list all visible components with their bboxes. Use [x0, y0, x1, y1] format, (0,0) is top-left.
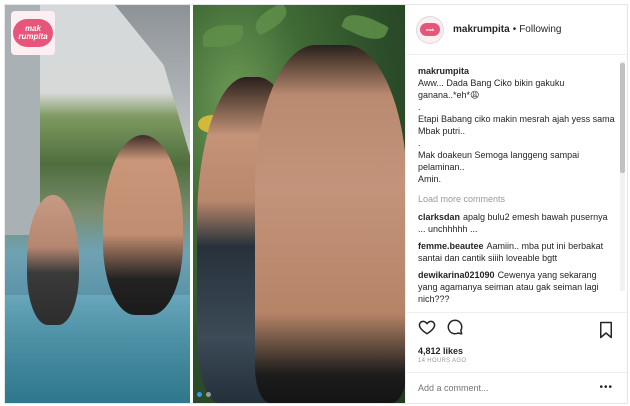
man-figure-left — [103, 135, 183, 315]
comment-item: clarksdan apalg bulu2 emesh bawah puserny… — [418, 211, 615, 235]
bookmark-icon[interactable] — [597, 321, 615, 344]
add-comment-input[interactable] — [418, 383, 588, 393]
post-header: mak makrumpita • Following — [406, 5, 627, 55]
leaf-shape — [340, 8, 390, 46]
comment-username[interactable]: clarksdan — [418, 212, 460, 222]
instagram-post: mak rumpita mak makrumpita • Following m… — [4, 4, 628, 404]
carousel-dots — [197, 392, 211, 397]
heart-icon[interactable] — [418, 318, 436, 341]
add-comment-bar: ••• — [406, 373, 627, 403]
following-button[interactable]: Following — [519, 24, 561, 35]
header-separator: • — [512, 24, 517, 35]
caption-username[interactable]: makrumpita — [418, 65, 615, 77]
brand-logo-text: mak rumpita — [13, 19, 53, 47]
comment-icon[interactable] — [446, 318, 464, 341]
comment-username[interactable]: dewikarina021090 — [418, 270, 495, 280]
comments-area[interactable]: makrumpita Aww... Dada Bang Ciko bikin g… — [406, 55, 627, 312]
post-timestamp: 14 HOURS AGO — [406, 356, 627, 373]
caption-line: Aww... Dada Bang Ciko bikin gakuku ganan… — [418, 78, 567, 100]
comments-scrollbar[interactable] — [620, 61, 625, 291]
leaf-shape — [250, 5, 292, 36]
woman-figure-left — [27, 195, 79, 325]
comment-item: dewikarina021090 Cewenya yang sekarang ya… — [418, 269, 615, 305]
carousel-dot[interactable] — [206, 392, 211, 397]
load-more-comments-link[interactable]: Load more comments — [418, 193, 615, 205]
leaf-shape — [203, 25, 243, 47]
post-side-panel: mak makrumpita • Following makrumpita Aw… — [405, 5, 627, 403]
caption-line: . — [418, 102, 421, 112]
photo-right — [193, 5, 405, 403]
header-username[interactable]: makrumpita — [453, 24, 510, 35]
caption-line: Etapi Babang ciko makin mesrah ajah yess… — [418, 114, 618, 136]
avatar-logo-icon: mak — [420, 23, 440, 36]
more-options-icon[interactable]: ••• — [599, 382, 613, 393]
roof-shape — [115, 5, 190, 155]
brand-logo: mak rumpita — [11, 11, 55, 55]
comment-item: femme.beautee Aamiin.. mba put ini berbak… — [418, 240, 615, 264]
caption-line: . — [418, 138, 421, 148]
man-figure-right — [255, 45, 405, 403]
caption-line: Mak doakeun Semoga langgeng sampai pelam… — [418, 150, 582, 172]
action-bar — [406, 312, 627, 346]
comment-username[interactable]: femme.beautee — [418, 241, 484, 251]
photo-left — [5, 5, 190, 403]
carousel-dot-active[interactable] — [197, 392, 202, 397]
post-media[interactable]: mak rumpita — [5, 5, 405, 403]
scrollbar-thumb[interactable] — [620, 63, 625, 173]
avatar[interactable]: mak — [416, 15, 444, 44]
caption-line: Amin. — [418, 174, 442, 184]
likes-count[interactable]: 4,812 likes — [406, 346, 627, 356]
